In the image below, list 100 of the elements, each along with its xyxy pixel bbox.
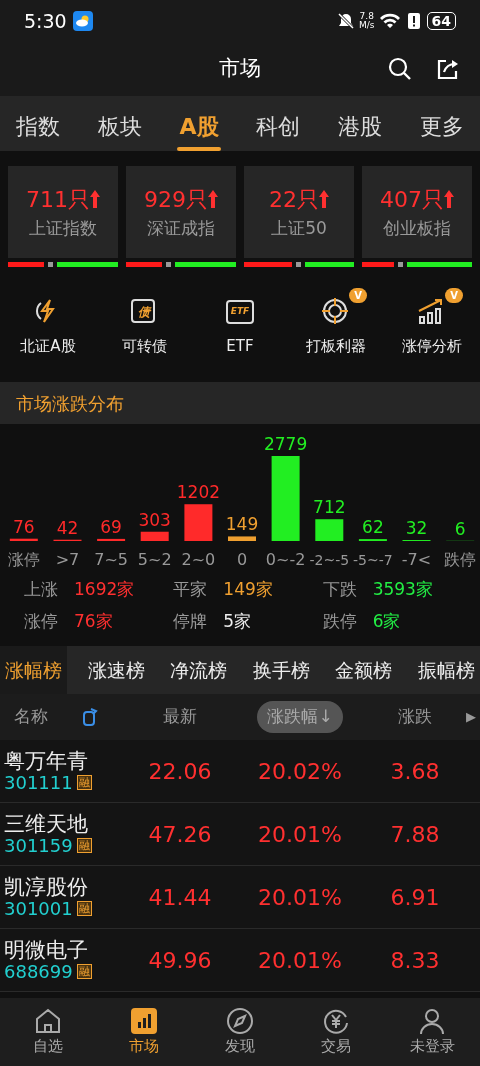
- ranking-tab[interactable]: 涨速榜: [82, 646, 150, 694]
- nav-tab[interactable]: 发现: [192, 1005, 288, 1059]
- margin-tag: 融: [76, 900, 92, 917]
- column-header[interactable]: 涨跌: [388, 701, 442, 733]
- bar: [228, 536, 256, 541]
- bar-value: 32: [405, 518, 428, 538]
- nav-tab[interactable]: 未登录: [384, 1005, 480, 1059]
- market-tab[interactable]: 更多: [419, 104, 464, 151]
- rotate-icon[interactable]: [82, 707, 98, 727]
- crosshair-icon: [321, 297, 351, 327]
- icon-label: 债: [138, 304, 150, 321]
- category-label: 7~5: [94, 550, 128, 569]
- stat-label: 涨停: [24, 610, 58, 634]
- market-tab[interactable]: A股: [179, 104, 219, 151]
- category-label: 0~-2: [265, 550, 306, 569]
- category-label: 5~2: [137, 550, 172, 569]
- stat-label: 平家: [173, 578, 208, 602]
- scroll-right-arrow[interactable]: ▶: [466, 707, 480, 727]
- bar-value: 2779: [263, 434, 308, 454]
- search-icon: [388, 56, 412, 81]
- index-card[interactable]: 711只 上证指数: [8, 166, 118, 258]
- stock-row[interactable]: 三维天地 301159 融 47.26 20.01% 7.88: [0, 803, 480, 866]
- mute-icon: [337, 12, 355, 30]
- margin-tag: 融: [76, 963, 92, 980]
- change-cell-text: 6.91: [390, 883, 440, 912]
- stock-row[interactable]: 凯淳股份 301001 融 41.44 20.01% 6.91: [0, 866, 480, 929]
- stock-code: 301159: [4, 835, 73, 856]
- market-tab[interactable]: 港股: [338, 104, 383, 151]
- stock-count: 407只: [380, 185, 444, 214]
- bar-value: 62: [362, 517, 384, 538]
- bar-value: 712: [313, 497, 346, 518]
- index-card[interactable]: 22只 上证50: [244, 166, 354, 258]
- stat-value: 76家: [74, 610, 113, 634]
- category-label: -2~-5: [309, 552, 350, 568]
- ranking-tab[interactable]: 净流榜: [165, 646, 233, 694]
- shortcut-button[interactable]: V 打板利器: [291, 287, 381, 374]
- category-label: -7<: [401, 550, 432, 569]
- bar-value: 6: [454, 518, 466, 539]
- search-button[interactable]: [388, 56, 412, 81]
- stat-label: 停牌: [173, 610, 208, 634]
- home-icon: [34, 1006, 62, 1035]
- market-tab[interactable]: 指数: [16, 104, 60, 151]
- change-percent-cell-text: 20.01%: [258, 883, 342, 912]
- ranking-tab[interactable]: 振幅榜: [412, 646, 480, 694]
- nav-tab[interactable]: 自选: [0, 1005, 96, 1059]
- user-icon: [418, 1006, 446, 1035]
- shortcut-button[interactable]: 债 可转债: [99, 287, 189, 374]
- bar: [184, 504, 213, 541]
- index-name: 深证成指: [147, 216, 215, 240]
- index-card[interactable]: 929只 深证成指: [126, 166, 236, 258]
- ranking-tab[interactable]: 金额榜: [330, 646, 398, 694]
- index-name: 上证50: [271, 216, 327, 240]
- stat-value: 1692家: [74, 578, 135, 602]
- change-percent-cell-text: 20.01%: [258, 820, 342, 849]
- ranking-tab[interactable]: 换手榜: [247, 646, 315, 694]
- market-tab[interactable]: 板块: [97, 104, 142, 151]
- category-label: 0: [236, 550, 248, 569]
- stat-value: 149家: [223, 578, 273, 602]
- price-cell-text: 41.44: [148, 883, 212, 912]
- icon-label: ETF: [230, 305, 250, 319]
- stat-value: 6家: [372, 610, 401, 634]
- stock-row[interactable]: 明微电子 688699 融 49.96 20.01% 8.33: [0, 929, 480, 992]
- bar: [140, 531, 169, 541]
- shortcut-button[interactable]: V 涨停分析: [387, 287, 477, 374]
- shortcut-button[interactable]: ETF ETF: [195, 287, 285, 374]
- clock-time: 5:30: [24, 8, 67, 34]
- alert-icon: [406, 12, 421, 30]
- ranking-tab[interactable]: 涨幅榜: [0, 646, 67, 694]
- change-cell-text: 8.33: [390, 946, 440, 975]
- stat-label: 跌停: [322, 610, 357, 634]
- up-arrow-icon: [444, 190, 454, 209]
- stock-count: 929只: [144, 185, 208, 214]
- bar-value: 303: [138, 509, 171, 530]
- speed-value: 7.8: [359, 12, 374, 21]
- market-tab[interactable]: 科创: [256, 104, 301, 151]
- weather-icon: [72, 11, 93, 31]
- bar: [315, 519, 344, 541]
- index-card[interactable]: 407只 创业板指: [362, 166, 472, 258]
- stock-code: 688699: [4, 961, 73, 982]
- bar-value: 149: [225, 514, 259, 535]
- stat-value: 3593家: [372, 578, 433, 602]
- column-header[interactable]: 最新: [153, 701, 207, 733]
- change-percent-cell-text: 20.01%: [258, 946, 342, 975]
- up-arrow-icon: [319, 190, 329, 209]
- stock-row[interactable]: 粤万年青 301111 融 22.06 20.02% 3.68: [0, 740, 480, 803]
- category-label: 涨停: [7, 550, 40, 569]
- stock-name: 三维天地: [4, 812, 89, 836]
- shortcut-button[interactable]: 北证A股: [3, 287, 93, 374]
- stat-label: 下跌: [322, 578, 357, 602]
- nav-tab[interactable]: 市场: [96, 1005, 192, 1059]
- price-cell-text: 47.26: [148, 820, 212, 849]
- margin-tag: 融: [76, 837, 92, 854]
- vip-badge: V: [445, 288, 463, 303]
- margin-tag: 融: [76, 774, 92, 791]
- column-header[interactable]: 名称: [4, 701, 58, 733]
- category-label: 跌停: [444, 550, 477, 569]
- nav-tab[interactable]: 交易: [288, 1005, 384, 1059]
- stock-name: 粤万年青: [4, 749, 89, 773]
- bar-value: 76: [13, 516, 35, 537]
- wifi-icon: [378, 12, 401, 30]
